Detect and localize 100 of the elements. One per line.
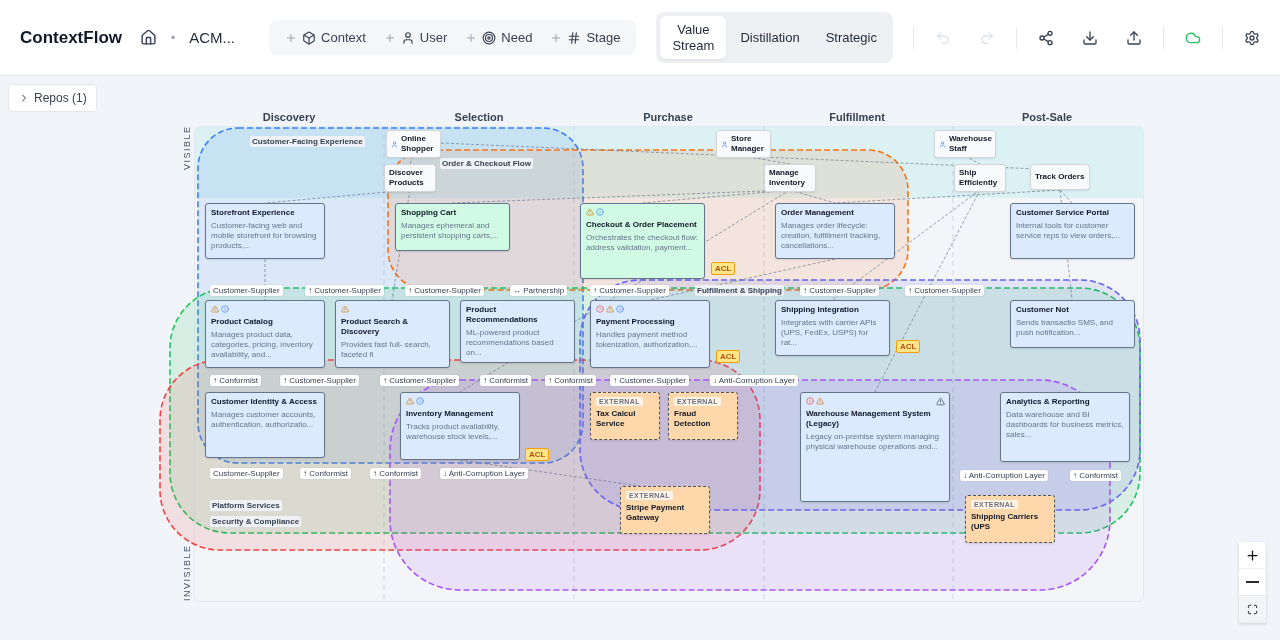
hash-icon [567,30,582,45]
context-card[interactable]: Shipping Integration Integrates with carrier APIs (UPS, FedEx, USPS) for rat... [775,300,890,356]
acl-badge: ACL [525,448,550,461]
user-name: Warehouse Staff [949,134,992,154]
context-title: Shopping Cart [401,208,458,218]
context-card[interactable]: Customer Not Sends transactio SMS, and push notification... [1010,300,1135,348]
stage-heading: Purchase [642,111,694,123]
context-title: Product Recommendations [466,305,539,325]
need-node[interactable]: Track Orders [1030,164,1090,190]
context-description: Orchestrates the checkout flow: address validation, payment... [586,233,699,253]
zoom-out-button[interactable] [1239,569,1266,596]
context-card[interactable]: Product Recommendations ML-powered product recommendations based on... [460,300,575,363]
add-button[interactable]: Context [277,24,374,51]
repos-button[interactable]: Repos (1) [8,84,97,112]
relationship-label: ↓ Anti-Corruption Layer [960,470,1048,481]
context-card[interactable]: Order Management Manages order lifecycle: creation, fulfillment tracking, cancellations... [775,203,895,259]
stage-heading: Fulfillment [828,111,886,123]
relationship-label: ↑ Customer-Supplier [905,285,984,296]
user-name: Online Shopper [401,134,435,154]
context-title: Customer Identity & Access [211,397,318,407]
context-description: Sends transactio SMS, and push notification... [1016,318,1114,338]
view-tab[interactable]: Value Stream [660,15,727,60]
relationship-label: ↑ Customer-Supplier [380,375,459,386]
context-card[interactable]: Customer Identity & Access Manages customer accounts, authentication, authorizatio... [205,392,325,458]
relationship-label: ↔ Partnership [510,285,568,296]
context-card[interactable]: Analytics & Reporting Data warehouse and BI dashboards for business metrics, sales... [1000,392,1130,462]
relationship-label: ↑ Customer-Supplier [405,285,484,296]
plus-icon [465,31,478,44]
stage-heading: Discovery [261,111,317,123]
user-node[interactable]: Online Shopper [386,130,441,158]
add-button[interactable]: Need [457,24,541,51]
context-title: Shipping Carriers (UPS [971,512,1040,532]
stage-heading: Post-Sale [1020,111,1074,123]
context-card[interactable]: Shopping Cart Manages ephemeral and persistent shopping carts,... [395,203,510,251]
acl-badge: ACL [896,340,921,353]
relationship-label: ↑ Conformist [1070,470,1121,481]
context-title: Order Management [781,208,855,218]
group-label: Platform Services [210,500,282,511]
user-icon [391,140,398,148]
context-card[interactable]: Customer Service Portal Internal tools for customer service reps to view orders,... [1010,203,1135,259]
app-title: ContextFlow [20,27,122,48]
user-node[interactable]: Warehouse Staff [934,130,996,158]
view-tab[interactable]: Strategic [813,23,889,52]
minus-icon [1246,581,1259,583]
add-button[interactable]: User [375,24,456,51]
context-card[interactable]: Checkout & Order Placement Orchestrates the checkout flow: address validation, payment... [580,203,705,279]
relationship-label: ↑ Conformist [210,375,261,386]
context-card[interactable]: Warehouse Management System (Legacy) Legacy on-premise system managing physical warehouse operations and... [800,392,950,502]
plus-icon [550,31,563,44]
breadcrumb-separator: • [171,30,176,45]
fit-view-icon [1247,603,1258,615]
context-title: Inventory Management [406,409,495,419]
context-title: Storefront Experience [211,208,296,218]
group-label: Security & Compliance [210,516,302,527]
context-title: Fraud Detection [674,409,712,429]
context-card[interactable]: Payment Processing Handles payment method tokenization, authorization,... [590,300,710,368]
relationship-label: ↑ Customer-Supplier [590,285,669,296]
context-title: Checkout & Order Placement [586,220,698,230]
user-icon [939,140,946,148]
user-name: Store Manager [731,134,765,154]
add-button[interactable]: Stage [542,24,629,51]
context-title: Customer Service Portal [1016,208,1110,218]
plus-icon [383,31,396,44]
need-node[interactable]: Discover Products [384,164,436,192]
relationship-label: ↓ Anti-Corruption Layer [710,375,798,386]
cube-icon [302,30,317,45]
context-description: Data warehouse and BI dashboards for business metrics, sales... [1006,410,1124,440]
context-card[interactable]: Product Search & Discovery Provides fast full- search, faceted fi [335,300,450,368]
relationship-label: ↑ Conformist [545,375,596,386]
context-description: Provides fast full- search, faceted fi [341,340,432,360]
need-node[interactable]: Ship Efficiently [954,164,1006,192]
acl-badge: ACL [716,350,741,363]
context-description: Manages customer accounts, authentication, authorizatio... [211,410,317,430]
stage-heading: Selection [453,111,505,123]
context-description: Manages ephemeral and persistent shopping carts,... [401,221,500,241]
view-tab[interactable]: Distillation [728,23,812,52]
group-label: Customer-Facing Experience [250,136,365,147]
context-description: Legacy on-premise system managing physical warehouse operations and... [806,432,940,452]
user-node[interactable]: Store Manager [716,130,771,158]
plus-icon [1245,547,1260,563]
relationship-label: ↑ Customer-Supplier [800,285,879,296]
context-card[interactable]: Product Catalog Manages product data, categories, pricing, inventory availability, and... [205,300,325,368]
context-card[interactable]: Storefront Experience Customer-facing web and mobile storefront for browsing products,... [205,203,325,259]
context-description: Manages product data, categories, pricing, inventory availability, and... [211,330,314,360]
relationship-label: ↑ Customer-Supplier [280,375,359,386]
context-title: Warehouse Management System (Legacy) [806,409,932,429]
zoom-in-button[interactable] [1239,542,1266,569]
fit-view-button[interactable] [1239,596,1266,623]
need-node[interactable]: Manage Inventory [764,164,816,192]
context-title: Tax Calcul Service [596,409,637,429]
context-title: Shipping Integration [781,305,860,315]
plus-icon [285,31,298,44]
relationship-label: ↑ Customer-Supplier [610,375,689,386]
project-name[interactable]: ACM... [189,29,236,46]
relationship-label: ↑ Customer-Supplier [305,285,384,296]
context-description: Internal tools for customer service reps to view orders,... [1016,221,1122,241]
context-title: Analytics & Reporting [1006,397,1091,407]
context-card[interactable]: Inventory Management Tracks product availability, warehouse stock levels,... [400,392,520,460]
context-description: ML-powered product recommendations based on... [466,328,555,358]
acl-badge: ACL [711,262,736,275]
